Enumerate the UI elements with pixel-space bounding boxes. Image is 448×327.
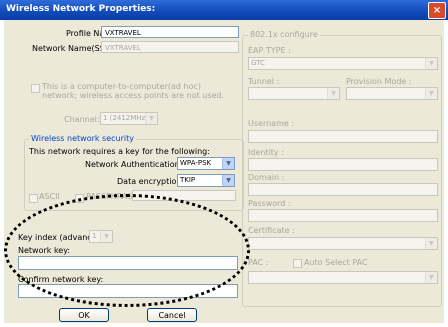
chevron-down-icon: ▼ [145,113,157,124]
chevron-down-icon: ▼ [425,238,437,249]
auth-value: WPA-PSK [180,159,212,167]
chevron-down-icon: ▼ [327,88,339,99]
eap-type-label: EAP TYPE : [248,46,291,55]
domain-label: Domain : [248,173,285,182]
title-bar: Wireless Network Properties: × [0,0,448,20]
identity-field[interactable] [248,158,438,171]
close-icon[interactable]: × [428,2,446,19]
tunnel-select[interactable]: ▼ [248,87,340,100]
eap-group-title: 802.1x configure [248,30,320,39]
channel-value: 1 (2412MHz) [103,114,148,122]
provision-mode-label: Provision Mode : [346,77,412,86]
adhoc-label: This is a computer-to-computer(ad hoc) n… [42,82,225,100]
password-label: Password : [248,199,291,208]
chevron-down-icon: ▼ [222,158,234,169]
provision-mode-select[interactable]: ▼ [346,87,438,100]
pac-select[interactable]: ▼ [248,271,438,284]
highlight-ellipse [4,194,250,307]
username-label: Username : [248,119,295,128]
tunnel-label: Tunnel : [248,77,280,86]
auth-label: Network Authentication: [85,160,183,169]
adhoc-checkbox[interactable] [31,84,40,93]
identity-label: Identity : [248,148,284,157]
ok-button[interactable]: OK [59,308,109,322]
chevron-down-icon: ▼ [425,272,437,283]
channel-label: Channel: [64,115,100,124]
profile-name-field[interactable]: VXTRAVEL [101,26,239,38]
pac-label: PAC : [248,258,269,267]
enc-select[interactable]: TKIP ▼ [177,174,235,187]
eap-type-select[interactable]: GTC ▼ [248,57,438,70]
wireless-properties-dialog: Wireless Network Properties: × Profile N… [0,0,448,327]
domain-field[interactable] [248,183,438,196]
certificate-label: Certificate : [248,226,295,235]
auto-pac-label: Auto Select PAC [304,258,368,267]
ssid-field[interactable]: VXTRAVEL [101,41,239,53]
requires-key-text: This network requires a key for the foll… [29,147,210,156]
username-field[interactable] [248,130,438,143]
auto-pac-checkbox[interactable] [293,259,302,268]
certificate-select[interactable]: ▼ [248,237,438,250]
ascii-label: ASCII [39,192,60,201]
password-field[interactable] [248,209,438,222]
chevron-down-icon: ▼ [425,88,437,99]
chevron-down-icon: ▼ [222,175,234,186]
window-title: Wireless Network Properties: [6,4,156,14]
security-group-title: Wireless network security [29,134,136,143]
ascii-checkbox[interactable] [29,194,38,203]
chevron-down-icon: ▼ [425,58,437,69]
enc-value: TKIP [180,176,196,184]
eap-type-value: GTC [251,59,265,67]
cancel-button[interactable]: Cancel [147,308,197,322]
auth-select[interactable]: WPA-PSK ▼ [177,157,235,170]
channel-select[interactable]: 1 (2412MHz) ▼ [100,112,158,125]
enc-label: Data encryption: [117,177,185,186]
